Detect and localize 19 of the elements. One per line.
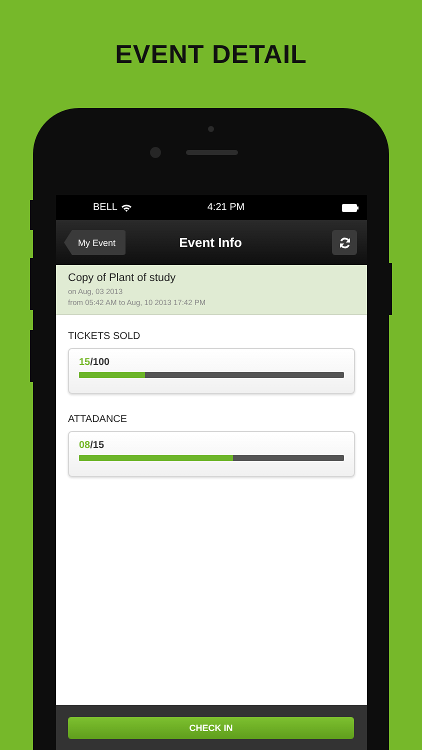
- count-total: /15: [90, 440, 104, 451]
- refresh-button[interactable]: [332, 230, 357, 255]
- count-total: /100: [90, 357, 110, 368]
- wifi-icon: [121, 204, 132, 212]
- carrier-name: BELL: [93, 202, 118, 213]
- event-name: Copy of Plant of study: [68, 272, 177, 284]
- battery-icon: [342, 204, 359, 212]
- count-value: 08: [79, 440, 90, 451]
- status-time: 4:21 PM: [206, 202, 246, 213]
- camera-icon: [150, 147, 161, 158]
- sensor-icon: [208, 126, 214, 132]
- meter-label: ATTADANCE: [68, 414, 128, 425]
- back-button[interactable]: My Event: [64, 230, 126, 255]
- count-value: 15: [79, 357, 90, 368]
- page-headline: EVENT DETAIL: [115, 38, 307, 70]
- speaker-icon: [186, 150, 238, 155]
- refresh-icon: [338, 236, 350, 248]
- screen-title: Event Info: [179, 235, 242, 250]
- meter-label: TICKETS SOLD: [68, 331, 142, 342]
